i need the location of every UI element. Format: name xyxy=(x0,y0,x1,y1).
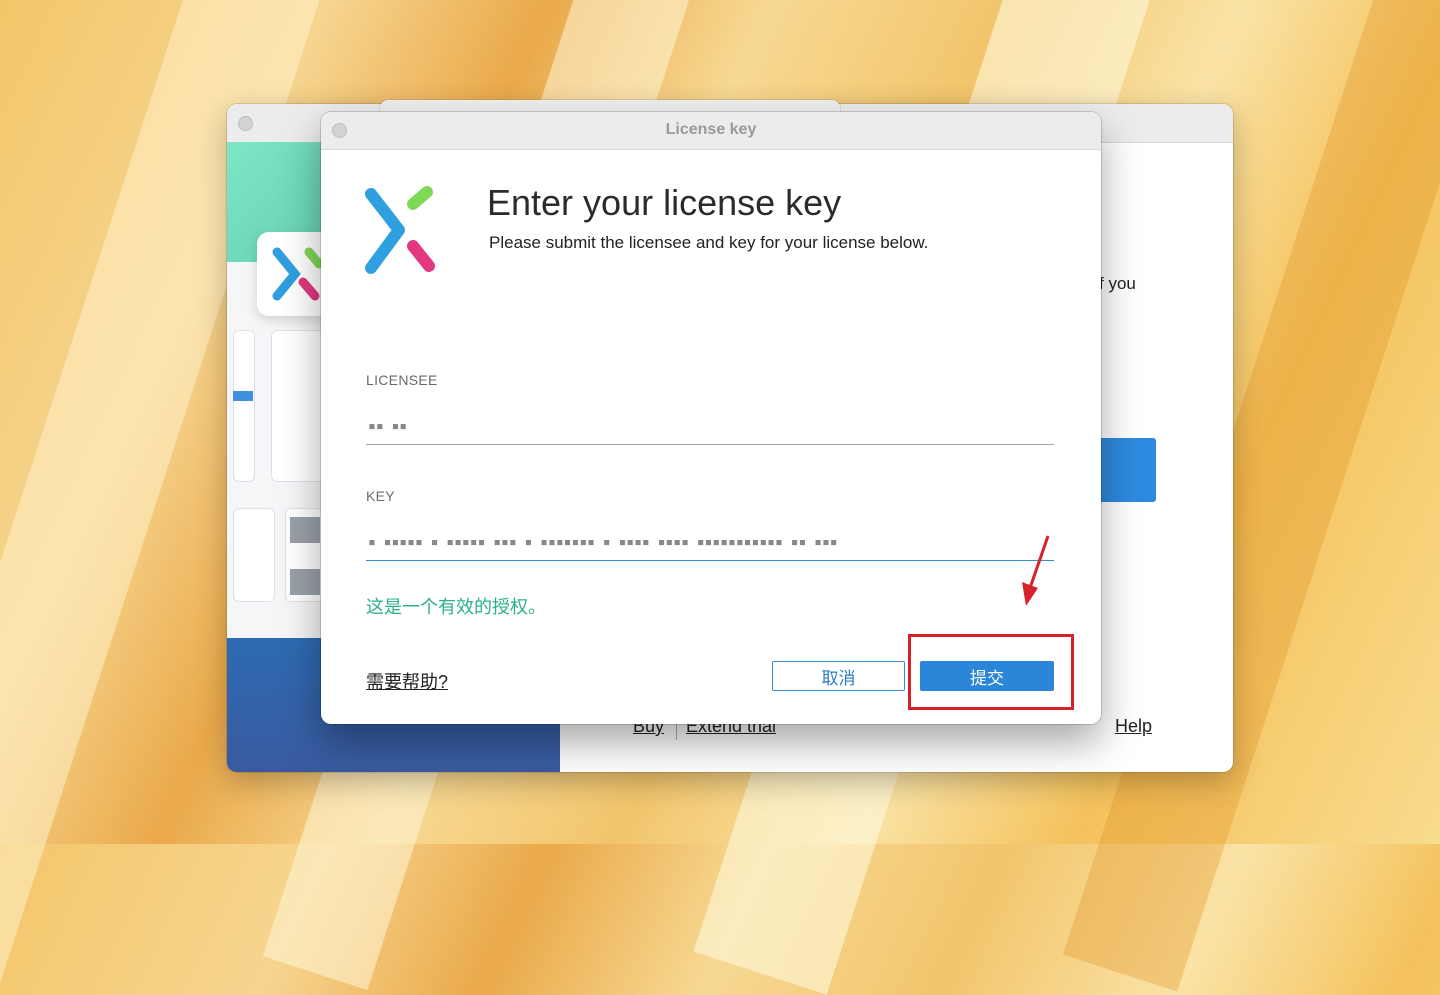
key-label: KEY xyxy=(366,488,395,504)
red-arrow-icon xyxy=(1022,535,1050,606)
licensee-input[interactable] xyxy=(366,409,1054,445)
dialog-title: License key xyxy=(665,121,757,138)
dialog-subheading: Please submit the licensee and key for y… xyxy=(489,233,929,252)
dialog-titlebar: License key xyxy=(321,112,1101,150)
cancel-button[interactable]: 取消 xyxy=(772,661,905,691)
need-help-link[interactable]: 需要帮助? xyxy=(366,668,448,694)
licensee-label: LICENSEE xyxy=(366,372,438,388)
app-logo-icon xyxy=(365,186,435,274)
background-partial-text: f you xyxy=(1099,274,1136,293)
middle-window-titlebar xyxy=(380,100,840,112)
license-key-dialog: License key Enter your license key Pleas… xyxy=(321,112,1101,724)
help-link-background[interactable]: Help xyxy=(1115,716,1152,737)
key-input[interactable] xyxy=(366,525,1054,561)
window-close-button[interactable] xyxy=(238,116,253,131)
validation-message: 这是一个有效的授权。 xyxy=(366,597,546,617)
dialog-heading: Enter your license key xyxy=(487,182,842,223)
submit-highlight-box xyxy=(908,634,1074,710)
